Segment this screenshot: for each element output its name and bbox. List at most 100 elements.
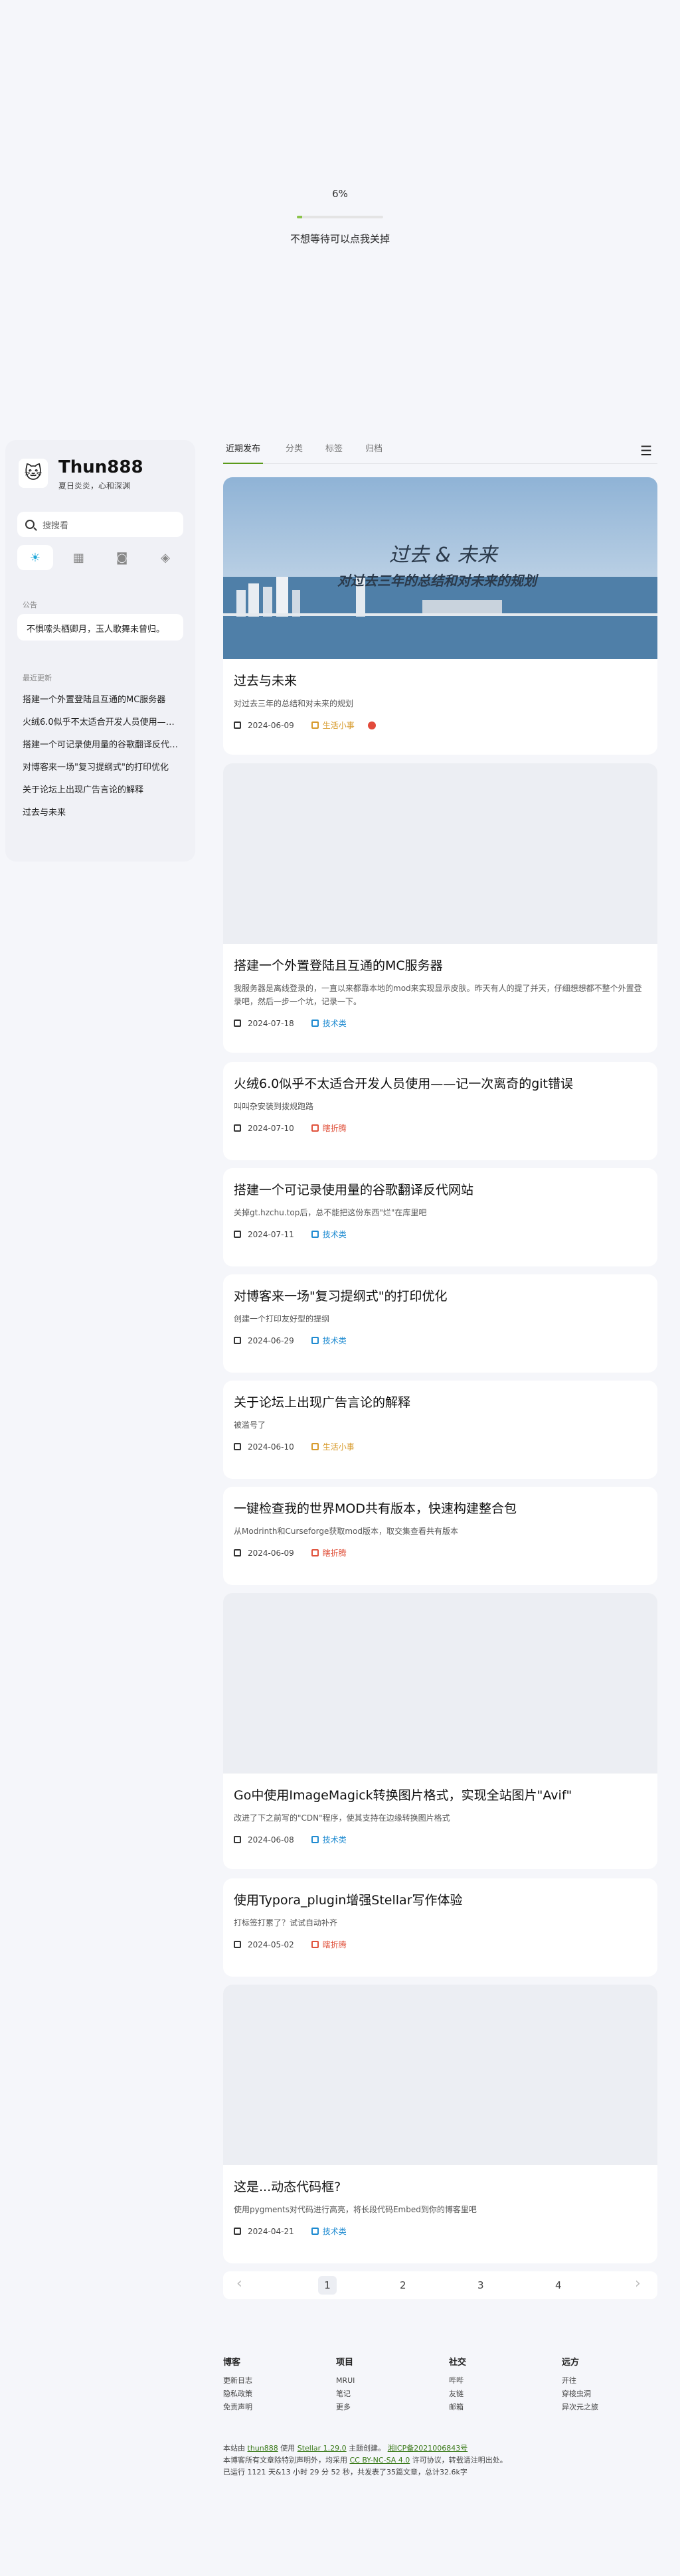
post-title[interactable]: 火绒6.0似乎不太适合开发人员使用——记一次离奇的git错误 [234,1074,647,1092]
calendar-icon [234,721,241,729]
post-excerpt: 从Modrinth和Curseforge获取mod版本，取交集查看共有版本 [234,1527,458,1536]
tab-archive[interactable]: 归档 [365,435,382,464]
post-card[interactable]: 使用Typora_plugin增强Stellar写作体验 打标签打累了？试试自动… [223,1878,657,1977]
sun-icon[interactable]: ☀ [17,545,53,570]
post-date: 2024-07-11 [248,1229,294,1239]
recent-item[interactable]: 搭建一个外置登陆且互通的MC服务器 [23,689,181,712]
copyright: 本站由 thun888 使用 Stellar 1.29.0 主题创建。 湘ICP… [223,2443,657,2478]
footer-link[interactable]: 免责声明 [223,2401,329,2414]
chat-icon[interactable]: ◙ [104,545,140,570]
recent-item[interactable]: 搭建一个可记录使用量的谷歌翻译反代网站 [23,734,181,757]
tab-categories[interactable]: 分类 [286,435,303,464]
recent-item[interactable]: 火绒6.0似乎不太适合开发人员使用——记一次离奇的git错误 [23,712,181,734]
post-category[interactable]: 瞎折腾 [311,1939,347,1950]
post-card[interactable]: 过去 & 未来 对过去三年的总结和对未来的规划 过去与未来 对过去三年的总结和对… [223,477,657,755]
page-1[interactable]: 1 [318,2276,337,2295]
post-title[interactable]: 对博客来一场"复习提纲式"的打印优化 [234,1286,647,1304]
theme-link[interactable]: Stellar 1.29.0 [298,2444,347,2453]
footer-link[interactable]: 友链 [449,2387,555,2401]
post-title[interactable]: 一键检查我的世界MOD共有版本，快速构建整合包 [234,1499,647,1517]
footer-text: 使用 [280,2444,296,2453]
loading-dismiss-hint[interactable]: 不想等待可以点我关掉 [0,232,680,246]
post-category[interactable]: 技术类 [311,1335,347,1346]
post-card[interactable]: Go中使用ImageMagick转换图片格式，实现全站图片"Avif" 改进了下… [223,1593,657,1869]
post-card[interactable]: 火绒6.0似乎不太适合开发人员使用——记一次离奇的git错误 叫叫杂安装到拨规跑… [223,1062,657,1160]
calendar-icon [234,1231,241,1238]
footer-link[interactable]: 哔哔 [449,2374,555,2387]
post-category-label: 瞎折腾 [322,1549,347,1558]
calendar-icon [234,1836,241,1843]
post-category[interactable]: 瞎折腾 [311,1122,347,1134]
recent-item[interactable]: 对博客来一场"复习提纲式"的打印优化 [23,757,181,779]
calendar-icon [234,1124,241,1132]
post-title[interactable]: 搭建一个可记录使用量的谷歌翻译反代网站 [234,1180,647,1198]
recent-label: 最近更新 [23,674,52,682]
post-cover-image[interactable] [223,1593,657,1774]
post-card[interactable]: 搭建一个外置登陆且互通的MC服务器 我服务器是离线登录的，一直以来都靠本地的mo… [223,763,657,1053]
post-date: 2024-07-18 [248,1018,294,1028]
tab-tags[interactable]: 标签 [325,435,343,464]
post-cover-image[interactable] [223,1985,657,2165]
footer-link[interactable]: 笔记 [336,2387,442,2401]
prev-page-icon[interactable]: ‹ [236,2275,242,2292]
post-category[interactable]: 技术类 [311,1018,347,1029]
post-cover-image[interactable] [223,763,657,944]
footer-link[interactable]: MRUI [336,2374,442,2387]
search-placeholder: 搜搜看 [42,520,69,531]
post-date: 2024-06-08 [248,1835,294,1845]
post-card[interactable]: 这是...动态代码框? 使用pygments对代码进行高亮，将长段代码Embed… [223,1985,657,2263]
post-category-label: 瞎折腾 [322,1940,347,1949]
post-card[interactable]: 对博客来一场"复习提纲式"的打印优化 创建一个打印友好型的提纲 2024-06-… [223,1274,657,1373]
post-category-label: 生活小事 [322,721,355,730]
post-category-label: 技术类 [322,1230,347,1239]
post-category[interactable]: 技术类 [311,1229,347,1240]
calendar-icon [234,2228,241,2235]
footer-link[interactable]: 穿梭虫洞 [562,2387,668,2401]
post-card[interactable]: 搭建一个可记录使用量的谷歌翻译反代网站 关掉gt.hzchu.top后，总不能把… [223,1168,657,1266]
post-title[interactable]: 这是...动态代码框? [234,2177,647,2195]
loading-overlay[interactable]: 6% 不想等待可以点我关掉 [0,0,680,438]
page-2[interactable]: 2 [400,2279,406,2291]
site-avatar[interactable]: 🐱 [19,459,48,488]
post-category[interactable]: 技术类 [311,2226,347,2237]
footer-link[interactable]: 更新日志 [223,2374,329,2387]
license-link[interactable]: CC BY-NC-SA 4.0 [350,2456,410,2464]
list-view-icon[interactable]: ☰ [640,443,652,459]
tag-icon[interactable]: ◈ [147,545,183,570]
recent-item[interactable]: 过去与未来 [23,802,181,824]
site-title[interactable]: Thun888 [58,457,143,477]
post-cover-image[interactable]: 过去 & 未来 对过去三年的总结和对未来的规划 [223,477,657,659]
post-meta: 2024-06-08 技术类 [234,1834,647,1845]
post-category[interactable]: 瞎折腾 [311,1547,347,1558]
post-title[interactable]: 搭建一个外置登陆且互通的MC服务器 [234,956,647,974]
tab-recent[interactable]: 近期发布 [223,435,264,464]
post-category[interactable]: 技术类 [311,1834,347,1845]
footer-link[interactable]: 更多 [336,2401,442,2414]
post-category[interactable]: 生活小事 [311,720,355,731]
post-title[interactable]: 过去与未来 [234,671,647,689]
grid-icon[interactable]: ▦ [60,545,96,570]
footer-link[interactable]: 邮箱 [449,2401,555,2414]
footer-link[interactable]: 异次元之旅 [562,2401,668,2414]
icp-link[interactable]: 湘ICP备2021006843号 [388,2444,468,2453]
post-title[interactable]: 使用Typora_plugin增强Stellar写作体验 [234,1890,647,1908]
category-icon [311,1549,319,1556]
post-date: 2024-06-09 [248,1548,294,1558]
page-3[interactable]: 3 [477,2279,484,2291]
page-4[interactable]: 4 [555,2279,562,2291]
post-title[interactable]: 关于论坛上出现广告言论的解释 [234,1393,647,1410]
author-link[interactable]: thun888 [248,2444,278,2453]
post-category[interactable]: 生活小事 [311,1441,355,1452]
recent-item[interactable]: 关于论坛上出现广告言论的解释 [23,779,181,802]
next-page-icon[interactable]: › [635,2275,641,2292]
calendar-icon [234,1020,241,1027]
footer-link[interactable]: 开往 [562,2374,668,2387]
footer-column: 博客 更新日志 隐私政策 免责声明 [223,2355,329,2414]
post-card[interactable]: 一键检查我的世界MOD共有版本，快速构建整合包 从Modrinth和Cursef… [223,1487,657,1585]
post-category-label: 生活小事 [322,1442,355,1452]
announce-label: 公告 [23,601,37,609]
search-input[interactable]: 搜搜看 [17,512,183,537]
post-title[interactable]: Go中使用ImageMagick转换图片格式，实现全站图片"Avif" [234,1785,647,1803]
post-card[interactable]: 关于论坛上出现广告言论的解释 被滥号了 2024-06-10 生活小事 [223,1381,657,1479]
footer-link[interactable]: 隐私政策 [223,2387,329,2401]
